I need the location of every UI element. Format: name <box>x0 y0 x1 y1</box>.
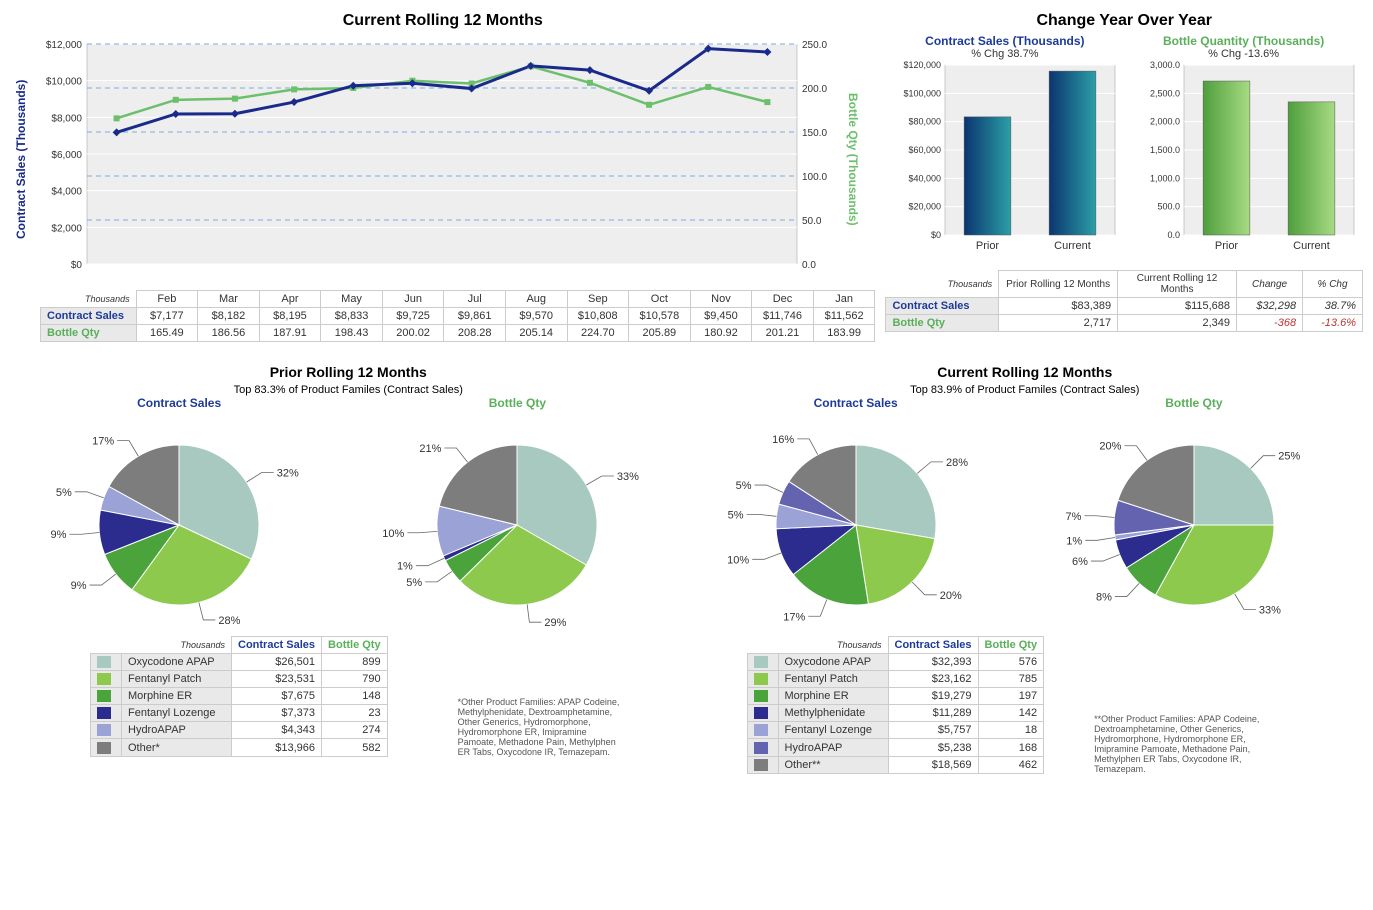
svg-text:16%: 16% <box>772 434 794 446</box>
line-ylabel-right: Bottle Qty (Thousands) <box>842 34 864 284</box>
svg-text:$120,000: $120,000 <box>903 60 941 70</box>
current-pie-cs-title: Contract Sales <box>814 396 898 410</box>
prior-pie-cs-title: Contract Sales <box>137 396 221 410</box>
svg-text:1%: 1% <box>1066 535 1082 547</box>
svg-text:8%: 8% <box>1096 591 1112 603</box>
svg-text:Current: Current <box>1293 240 1330 252</box>
yoy-panel-bq-title: Bottle Quantity (Thousands) <box>1163 34 1324 48</box>
svg-text:5%: 5% <box>56 487 72 499</box>
svg-text:150.0: 150.0 <box>802 128 827 139</box>
svg-text:5%: 5% <box>727 509 743 521</box>
svg-text:28%: 28% <box>218 615 240 627</box>
svg-text:9%: 9% <box>51 529 67 541</box>
svg-text:28%: 28% <box>946 457 968 469</box>
svg-text:32%: 32% <box>277 467 299 479</box>
svg-text:$60,000: $60,000 <box>908 145 941 155</box>
svg-text:$10,000: $10,000 <box>46 77 83 88</box>
svg-text:9%: 9% <box>71 580 87 592</box>
prior-pie-bq-title: Bottle Qty <box>489 396 546 410</box>
svg-text:1%: 1% <box>397 561 413 573</box>
svg-text:10%: 10% <box>727 554 749 566</box>
yoy-panel-bq-sub: % Chg -13.6% <box>1208 48 1279 60</box>
svg-text:$12,000: $12,000 <box>46 40 83 51</box>
svg-text:21%: 21% <box>420 443 442 455</box>
current-footnote: **Other Product Families: APAP Codeine, … <box>1094 714 1264 774</box>
rolling12-line-chart: $0 $2,000 $4,000 $6,000 $8,000 $10,000 $12,000… <box>32 34 842 284</box>
yoy-title: Change Year Over Year <box>885 12 1363 30</box>
current-product-table: ThousandsContract SalesBottle QtyOxycodo… <box>747 636 1045 774</box>
prior-product-table: ThousandsContract SalesBottle QtyOxycodo… <box>90 636 388 757</box>
svg-text:33%: 33% <box>1259 604 1281 616</box>
svg-text:50.0: 50.0 <box>802 216 822 227</box>
svg-text:$0: $0 <box>71 260 83 271</box>
current-title: Current Rolling 12 Months <box>687 364 1364 380</box>
svg-text:Prior: Prior <box>976 240 1000 252</box>
svg-text:2,000.0: 2,000.0 <box>1150 117 1180 127</box>
svg-text:200.0: 200.0 <box>802 84 827 95</box>
rolling12-table: ThousandsFebMarAprMayJunJulAugSepOctNovD… <box>40 290 875 342</box>
svg-text:$6,000: $6,000 <box>51 150 82 161</box>
svg-text:1,500.0: 1,500.0 <box>1150 145 1180 155</box>
svg-text:$4,000: $4,000 <box>51 187 82 198</box>
current-pie-bq-title: Bottle Qty <box>1165 396 1222 410</box>
svg-text:$0: $0 <box>931 230 941 240</box>
svg-text:25%: 25% <box>1278 451 1300 463</box>
svg-text:17%: 17% <box>92 436 114 448</box>
rolling12-title: Current Rolling 12 Months <box>10 12 875 30</box>
prior-pie-bottle-qty: 33% 29% 5% 1% 10% 21% <box>367 410 667 630</box>
line-ylabel-left: Contract Sales (Thousands) <box>10 34 32 284</box>
svg-text:7%: 7% <box>1065 511 1081 523</box>
svg-text:20%: 20% <box>939 590 961 602</box>
yoy-panel-cs-title: Contract Sales (Thousands) <box>925 34 1084 48</box>
svg-text:500.0: 500.0 <box>1157 202 1180 212</box>
svg-text:0.0: 0.0 <box>802 260 816 271</box>
current-pie-bottle-qty: 25% 33% 8% 6% 1% 7% 20% <box>1044 410 1344 630</box>
svg-text:20%: 20% <box>1099 441 1121 453</box>
svg-text:$40,000: $40,000 <box>908 173 941 183</box>
prior-title: Prior Rolling 12 Months <box>10 364 687 380</box>
svg-text:2,500.0: 2,500.0 <box>1150 88 1180 98</box>
svg-text:$20,000: $20,000 <box>908 202 941 212</box>
svg-text:33%: 33% <box>617 471 639 483</box>
svg-text:Current: Current <box>1054 240 1091 252</box>
svg-text:$100,000: $100,000 <box>903 88 941 98</box>
svg-text:3,000.0: 3,000.0 <box>1150 60 1180 70</box>
yoy-bar-bottle-qty: 0.0 500.0 1,000.0 1,500.0 2,000.0 2,500.0 3,00… <box>1129 60 1359 260</box>
svg-text:$2,000: $2,000 <box>51 223 82 234</box>
prior-subtitle: Top 83.3% of Product Familes (Contract S… <box>10 384 687 396</box>
svg-text:5%: 5% <box>407 577 423 589</box>
svg-text:$8,000: $8,000 <box>51 113 82 124</box>
svg-text:1,000.0: 1,000.0 <box>1150 173 1180 183</box>
prior-pie-contract-sales: 32% 28% 9% 9% 5% 17% <box>29 410 329 630</box>
svg-text:10%: 10% <box>383 528 405 540</box>
svg-text:250.0: 250.0 <box>802 40 827 51</box>
yoy-bar-contract-sales: $0 $20,000 $40,000 $60,000 $80,000 $100,000 $1… <box>890 60 1120 260</box>
prior-footnote: *Other Product Families: APAP Codeine, M… <box>458 697 628 757</box>
yoy-table: ThousandsPrior Rolling 12 MonthsCurrent … <box>885 270 1363 332</box>
svg-text:$80,000: $80,000 <box>908 117 941 127</box>
current-pie-contract-sales: 28% 20% 17% 10% 5% 5% 16% <box>706 410 1006 630</box>
svg-text:0.0: 0.0 <box>1167 230 1180 240</box>
svg-text:Prior: Prior <box>1214 240 1238 252</box>
svg-text:6%: 6% <box>1072 556 1088 568</box>
svg-text:29%: 29% <box>545 617 567 629</box>
svg-text:17%: 17% <box>783 611 805 623</box>
svg-text:5%: 5% <box>735 480 751 492</box>
yoy-panel-cs-sub: % Chg 38.7% <box>971 48 1038 60</box>
current-subtitle: Top 83.9% of Product Familes (Contract S… <box>687 384 1364 396</box>
svg-text:100.0: 100.0 <box>802 172 827 183</box>
